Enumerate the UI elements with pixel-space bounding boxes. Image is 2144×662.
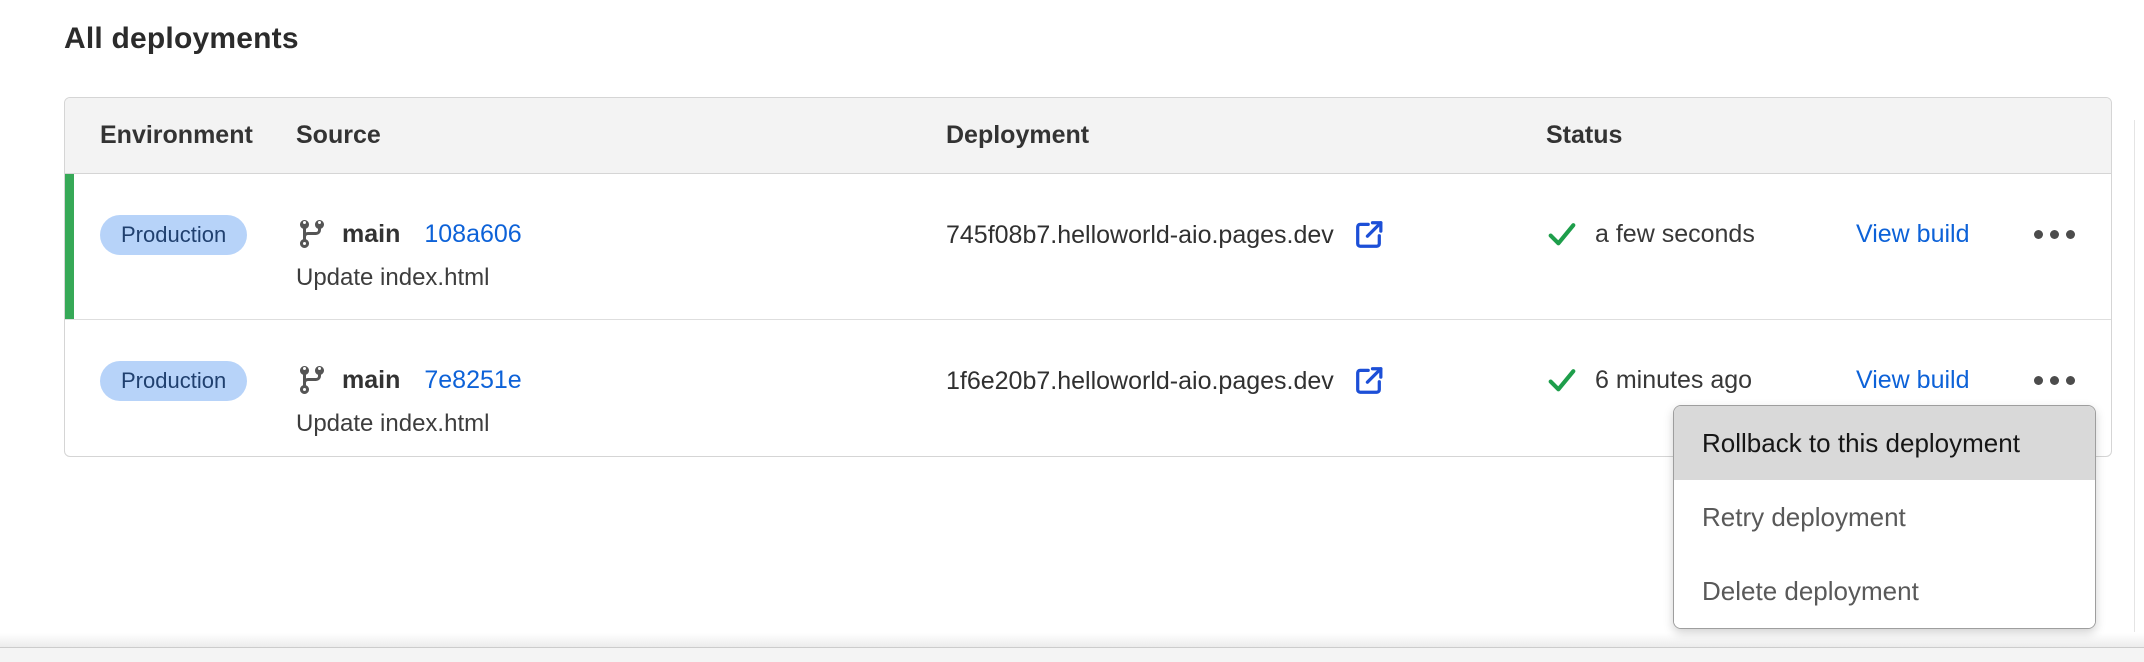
table-header-status: Status [1546, 121, 1856, 150]
deployment-actions-menu: Rollback to this deployment Retry deploy… [1673, 405, 2096, 629]
view-build-link[interactable]: View build [1856, 220, 1970, 248]
deployment-url: 745f08b7.helloworld-aio.pages.dev [946, 217, 1334, 253]
menu-item-rollback[interactable]: Rollback to this deployment [1674, 406, 2095, 480]
deployment-row: Production main 108a606 Update index.htm… [65, 174, 2111, 319]
deployments-table: Environment Source Deployment Status Pro… [64, 97, 2112, 457]
external-link-icon[interactable] [1350, 216, 1387, 253]
current-deployment-indicator [65, 174, 74, 319]
menu-item-delete[interactable]: Delete deployment [1674, 554, 2095, 628]
status-time: 6 minutes ago [1595, 362, 1752, 398]
table-header-deployment: Deployment [946, 121, 1546, 150]
environment-cell: Production [65, 362, 296, 401]
bottom-scroll-fade [0, 633, 2144, 647]
source-cell: main 7e8251e Update index.html [296, 362, 946, 439]
branch-name: main [342, 216, 400, 252]
view-build-cell: View build [1856, 216, 2026, 252]
branch-name: main [342, 362, 400, 398]
ellipsis-icon [2034, 230, 2075, 239]
row-actions-button[interactable] [2032, 362, 2077, 398]
commit-link[interactable]: 108a606 [424, 216, 521, 252]
row-actions-button[interactable] [2032, 216, 2077, 252]
status-cell: 6 minutes ago [1546, 362, 1856, 398]
table-header-environment: Environment [65, 121, 296, 150]
page-title: All deployments [64, 20, 299, 58]
status-time: a few seconds [1595, 216, 1755, 252]
table-header-row: Environment Source Deployment Status [65, 98, 2111, 174]
source-cell: main 108a606 Update index.html [296, 216, 946, 293]
commit-message: Update index.html [296, 263, 946, 293]
deployment-url: 1f6e20b7.helloworld-aio.pages.dev [946, 363, 1334, 399]
deployments-page: All deployments Environment Source Deplo… [0, 0, 2144, 662]
environment-cell: Production [65, 216, 296, 255]
environment-badge: Production [100, 361, 247, 401]
git-branch-icon [296, 218, 328, 250]
git-branch-icon [296, 364, 328, 396]
check-icon [1546, 218, 1578, 250]
commit-message: Update index.html [296, 409, 946, 439]
menu-item-retry[interactable]: Retry deployment [1674, 480, 2095, 554]
deployment-cell: 745f08b7.helloworld-aio.pages.dev [946, 216, 1546, 253]
deployment-cell: 1f6e20b7.helloworld-aio.pages.dev [946, 362, 1546, 399]
environment-badge: Production [100, 215, 247, 255]
bottom-divider [0, 647, 2144, 662]
table-header-source: Source [296, 121, 946, 150]
view-build-link[interactable]: View build [1856, 366, 1970, 394]
view-build-cell: View build [1856, 362, 2026, 398]
status-cell: a few seconds [1546, 216, 1856, 252]
ellipsis-icon [2034, 376, 2075, 385]
row-actions-cell [2026, 362, 2111, 398]
scroll-edge-line [2134, 120, 2135, 632]
external-link-icon[interactable] [1350, 362, 1387, 399]
row-actions-cell [2026, 216, 2111, 252]
check-icon [1546, 364, 1578, 396]
commit-link[interactable]: 7e8251e [424, 362, 521, 398]
